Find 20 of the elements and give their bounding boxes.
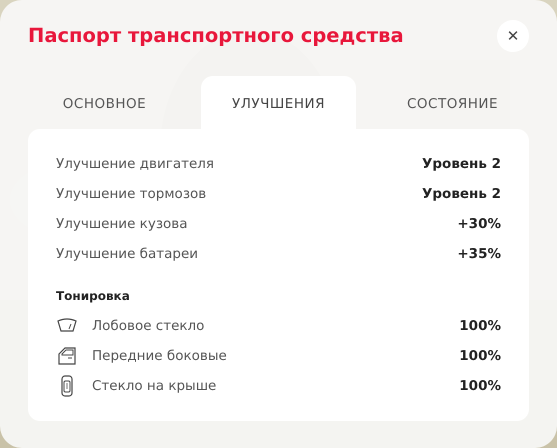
tint-label: Передние боковые xyxy=(92,346,228,366)
tint-value: 100% xyxy=(459,316,501,336)
tint-value: 100% xyxy=(459,346,501,366)
tab[interactable]: УЛУЧШЕНИЯ xyxy=(201,76,356,129)
upgrade-value: Уровень 2 xyxy=(422,184,501,204)
upgrade-label: Улучшение двигателя xyxy=(56,154,214,174)
tint-value: 100% xyxy=(459,376,501,396)
tab[interactable]: СОСТОЯНИЕ xyxy=(376,76,529,129)
upgrade-label: Улучшение батареи xyxy=(56,244,198,264)
section-heading: Тонировка xyxy=(56,288,131,305)
upgrade-label: Улучшение кузова xyxy=(56,214,188,234)
upgrade-value: +35% xyxy=(457,244,501,264)
upgrade-value: Уровень 2 xyxy=(422,154,501,174)
close-button[interactable]: ✕ xyxy=(497,20,529,52)
dialog-title: Паспорт транспортного средства xyxy=(28,24,404,48)
tab[interactable]: ОСНОВНОЕ xyxy=(28,76,181,129)
tint-label: Стекло на крыше xyxy=(92,376,218,396)
upgrade-label: Улучшение тормозов xyxy=(56,184,206,204)
tint-label: Лобовое стекло xyxy=(92,316,206,336)
upgrade-value: +30% xyxy=(457,214,501,234)
